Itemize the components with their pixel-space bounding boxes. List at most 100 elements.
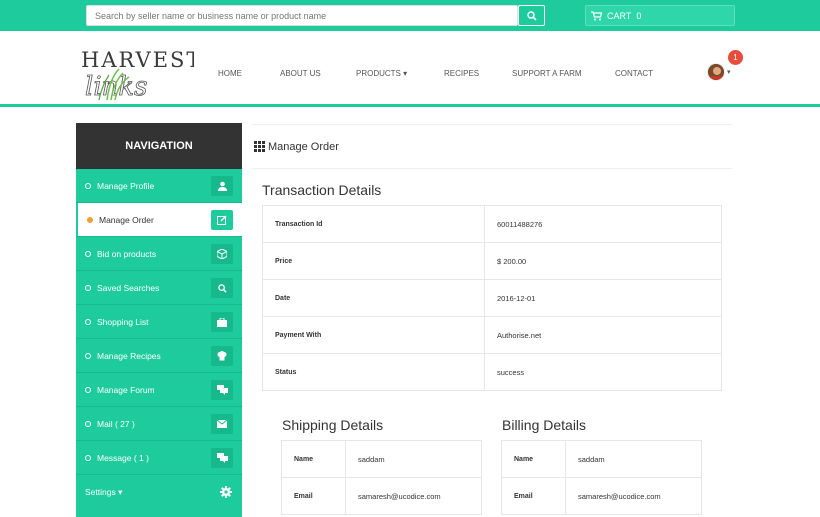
table-key: Name	[501, 440, 566, 478]
table-key: Payment With	[262, 316, 485, 354]
sidebar-item-label: Mail ( 27 )	[97, 418, 135, 429]
sidebar-item-mail[interactable]: Mail ( 27 )	[76, 407, 242, 441]
nav-products[interactable]: PRODUCTS ▾	[356, 69, 407, 78]
table-value: samaresh@ucodice.com	[345, 477, 482, 515]
table-value: saddam	[565, 440, 702, 478]
user-icon	[211, 176, 233, 196]
nav-contact[interactable]: CONTACT	[615, 69, 653, 78]
bullet-icon	[85, 318, 91, 325]
gear-icon	[220, 486, 232, 500]
cart-icon	[591, 10, 602, 20]
table-value: success	[484, 353, 722, 391]
bullet-icon	[85, 284, 91, 291]
page-header: Manage Order	[252, 124, 732, 169]
table-key: Price	[262, 242, 485, 280]
search-input[interactable]	[86, 5, 518, 26]
search-icon	[211, 278, 233, 298]
svg-text:HARVEST: HARVEST	[81, 48, 194, 72]
billing-heading: Billing Details	[502, 417, 587, 433]
table-row: Date 2016-12-01	[262, 279, 722, 317]
bullet-icon	[85, 386, 91, 393]
bullet-icon	[85, 420, 91, 427]
search-icon	[526, 10, 537, 21]
sidebar-item-saved-searches[interactable]: Saved Searches	[76, 271, 242, 305]
table-value: samaresh@ucodice.com	[565, 477, 702, 515]
bullet-icon	[85, 454, 91, 461]
sidebar-item-label: Bid on products	[97, 248, 157, 259]
user-menu-caret-icon[interactable]: ▾	[727, 68, 731, 76]
page-title: Manage Order	[268, 140, 339, 153]
sidebar-item-label: Manage Recipes	[97, 350, 161, 361]
edit-icon	[211, 210, 233, 230]
table-key: Name	[281, 440, 346, 478]
table-row: Name saddam	[281, 440, 482, 478]
nav-home[interactable]: HOME	[218, 69, 242, 78]
table-row: Transaction Id 60011488276	[262, 205, 722, 243]
nav-about-us[interactable]: ABOUT US	[280, 69, 321, 78]
table-row: Email samaresh@ucodice.com	[281, 477, 482, 515]
sidebar-item-label: Saved Searches	[97, 282, 160, 293]
envelope-icon	[211, 414, 233, 434]
table-key: Email	[281, 477, 346, 515]
table-row: Price $ 200.00	[262, 242, 722, 280]
sidebar-settings[interactable]: Settings ▾	[76, 475, 242, 509]
briefcase-icon	[211, 312, 233, 332]
bullet-icon	[85, 250, 91, 257]
billing-table: Name saddam Email samaresh@ucodice.com	[501, 440, 702, 515]
sidebar-item-bid-on-products[interactable]: Bid on products	[76, 237, 242, 271]
table-key: Date	[262, 279, 485, 317]
sidebar-item-shopping-list[interactable]: Shopping List	[76, 305, 242, 339]
nav-recipes[interactable]: RECIPES	[444, 69, 479, 78]
cube-icon	[211, 244, 233, 264]
transaction-table: Transaction Id 60011488276 Price $ 200.00 …	[262, 205, 722, 391]
sidebar-item-message[interactable]: Message ( 1 )	[76, 441, 242, 475]
table-value: 2016-12-01	[484, 279, 722, 317]
notification-badge[interactable]: 1	[728, 50, 743, 65]
cart-count: 0	[636, 10, 642, 21]
top-bar: CART 0	[0, 0, 820, 31]
chef-hat-icon	[211, 346, 233, 366]
grid-icon	[254, 141, 265, 152]
sidebar-item-manage-forum[interactable]: Manage Forum	[76, 373, 242, 407]
caret-down-icon: ▾	[118, 486, 123, 497]
site-header: HARVEST links HOME ABOUT US PRODUCTS ▾ R…	[0, 31, 820, 107]
cart-button[interactable]: CART 0	[585, 5, 735, 26]
search-button[interactable]	[518, 5, 545, 26]
shipping-heading: Shipping Details	[282, 417, 384, 433]
transaction-heading: Transaction Details	[262, 182, 382, 198]
bullet-icon	[85, 182, 91, 189]
table-value: 60011488276	[484, 205, 722, 243]
table-value: saddam	[345, 440, 482, 478]
table-value: Authorise.net	[484, 316, 722, 354]
sidebar-item-manage-recipes[interactable]: Manage Recipes	[76, 339, 242, 373]
bullet-icon	[85, 352, 91, 359]
sidebar-item-label: Manage Order	[99, 214, 154, 225]
sidebar-item-manage-order[interactable]: Manage Order	[76, 203, 242, 237]
caret-down-icon: ▾	[403, 69, 408, 78]
table-row: Email samaresh@ucodice.com	[501, 477, 702, 515]
nav-support-a-farm[interactable]: SUPPORT A FARM	[512, 69, 582, 78]
sidebar: NAVIGATION Manage Profile Manage Order B…	[76, 123, 242, 517]
sidebar-item-label: Manage Forum	[97, 384, 155, 395]
table-key: Status	[262, 353, 485, 391]
comments-icon	[211, 380, 233, 400]
harvest-links-logo[interactable]: HARVEST links	[79, 45, 194, 101]
sidebar-item-label: Shopping List	[97, 316, 149, 327]
user-avatar[interactable]	[707, 63, 725, 81]
table-row: Payment With Authorise.net	[262, 316, 722, 354]
table-row: Name saddam	[501, 440, 702, 478]
nav-products-label: PRODUCTS	[356, 69, 401, 78]
sidebar-item-manage-profile[interactable]: Manage Profile	[76, 169, 242, 203]
shipping-table: Name saddam Email samaresh@ucodice.com	[281, 440, 482, 515]
bullet-icon	[87, 216, 93, 223]
sidebar-title: NAVIGATION	[76, 123, 242, 169]
comments-icon	[211, 448, 233, 468]
table-row: Status success	[262, 353, 722, 391]
settings-label: Settings	[85, 487, 116, 497]
sidebar-item-label: Message ( 1 )	[97, 452, 149, 463]
cart-label: CART	[607, 10, 632, 21]
table-value: $ 200.00	[484, 242, 722, 280]
table-key: Email	[501, 477, 566, 515]
sidebar-item-label: Manage Profile	[97, 180, 155, 191]
table-key: Transaction Id	[262, 205, 485, 243]
